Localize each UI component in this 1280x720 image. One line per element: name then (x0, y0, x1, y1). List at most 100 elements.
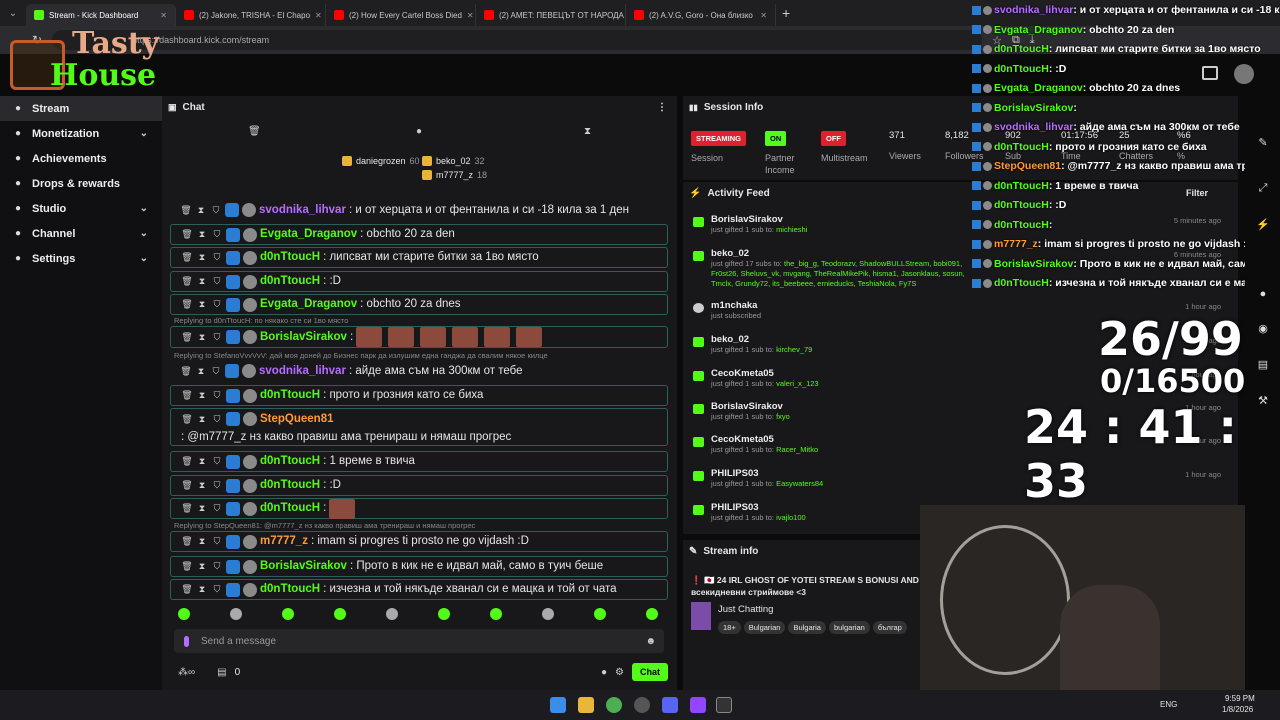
hourglass-icon[interactable]: ⧗ (196, 559, 208, 574)
trash-icon[interactable]: 🗑 (181, 478, 193, 493)
leaderboard-entry[interactable]: daniegrozen 60 (342, 156, 420, 166)
sidebar-item-settings[interactable]: ● Settings ⌄ (0, 246, 162, 271)
sidebar-item-drops-rewards[interactable]: ● Drops & rewards (0, 171, 162, 196)
trash-icon[interactable]: 🗑 (181, 501, 193, 516)
trash-icon[interactable]: 🗑 (181, 227, 193, 242)
shield-icon[interactable]: ⛉ (211, 478, 223, 493)
chat-message[interactable]: 🗑 ⧗ ⛉ svodnika_lihvar: и от херцата и от фе… (170, 200, 668, 220)
emote-icon[interactable] (594, 608, 606, 620)
hourglass-icon[interactable]: ⧗ (196, 478, 208, 493)
broadcast-icon[interactable]: ◉ (1253, 322, 1273, 342)
stream-tag[interactable]: 18+ (718, 621, 741, 634)
layers-icon[interactable]: ▤ (1253, 358, 1273, 378)
sidebar-item-achievements[interactable]: ● Achievements (0, 146, 162, 171)
bubble-icon[interactable]: ● (416, 126, 422, 137)
twitch-icon[interactable] (690, 697, 706, 713)
trash-icon[interactable]: 🗑 (181, 454, 193, 469)
chat-send-button[interactable]: Chat (632, 663, 668, 681)
sidebar-item-stream[interactable]: ● Stream (0, 96, 162, 121)
chat-username[interactable]: Evgata_Draganov (260, 297, 357, 312)
chevron-down-icon[interactable]: ⌄ (140, 128, 148, 139)
tab-close-icon[interactable]: ✕ (467, 11, 474, 20)
chat-message[interactable]: 🗑 ⧗ ⛉ StepQueen81: @m7777_z нз какво правиш… (170, 408, 668, 446)
terminal-icon[interactable] (716, 697, 732, 713)
tab-close-icon[interactable]: ✕ (760, 11, 767, 20)
chat-settings-icon[interactable]: ⚙ (615, 667, 624, 678)
more-icon[interactable]: ⋮ (657, 102, 667, 113)
mic-icon[interactable] (184, 635, 189, 647)
gift-box-icon[interactable]: ▤ (217, 667, 226, 678)
emote-icon[interactable] (542, 608, 554, 620)
chevron-down-icon[interactable]: ⌄ (140, 228, 148, 239)
pencil-icon[interactable]: ✎ (1253, 136, 1273, 156)
chrome-icon[interactable] (606, 697, 622, 713)
chat-username[interactable]: BorislavSirakov (260, 330, 347, 345)
shield-icon[interactable]: ⛉ (211, 227, 223, 242)
stream-tag[interactable]: bulgarian (828, 621, 870, 634)
chat-message[interactable]: 🗑 ⧗ ⛉ BorislavSirakov: Прото в кик не е идв… (170, 556, 668, 577)
leaderboard-entry[interactable]: beko_02 32 (422, 156, 485, 166)
hourglass-icon[interactable]: ⧗ (195, 364, 207, 379)
language-indicator[interactable]: ENG (1160, 700, 1177, 709)
shield-icon[interactable]: ⛉ (211, 274, 223, 289)
sidebar-item-channel[interactable]: ● Channel ⌄ (0, 221, 162, 246)
chat-username[interactable]: StepQueen81 (260, 412, 334, 427)
chat-input[interactable]: Send a message ☻ (174, 629, 664, 653)
chat-message[interactable]: 🗑 ⧗ ⛉ d0nTtoucH: прото и грозния като се би… (170, 385, 668, 406)
trash-icon[interactable]: 🗑 (181, 297, 193, 312)
emoji-icon[interactable]: ☻ (645, 636, 656, 647)
trash-icon[interactable]: 🗑 (181, 274, 193, 289)
trash-icon[interactable]: 🗑 (181, 534, 193, 549)
chat-username[interactable]: d0nTtoucH (260, 582, 320, 597)
browser-tab[interactable]: (2) How Every Cartel Boss Died ✕ (326, 4, 476, 26)
windows-start-icon[interactable] (550, 697, 566, 713)
chat-message[interactable]: 🗑 ⧗ ⛉ d0nTtoucH: (170, 498, 668, 519)
discord-icon[interactable] (662, 697, 678, 713)
shield-icon[interactable]: ⛉ (211, 412, 223, 427)
trash-icon[interactable]: 🗑 (181, 582, 193, 597)
shield-icon[interactable]: ⛉ (211, 388, 223, 403)
emote-icon[interactable] (646, 608, 658, 620)
hourglass-icon[interactable]: ⧗ (196, 297, 208, 312)
chat-username[interactable]: BorislavSirakov (260, 559, 347, 574)
chat-username[interactable]: d0nTtoucH (260, 388, 320, 403)
chat-username[interactable]: svodnika_lihvar (259, 364, 346, 379)
trash-icon[interactable]: 🗑 (181, 330, 193, 345)
trash-icon[interactable]: 🗑 (181, 250, 193, 265)
emote-icon[interactable] (230, 608, 242, 620)
wrench-icon[interactable]: ⚒ (1253, 394, 1273, 414)
chat-username[interactable]: Evgata_Draganov (260, 227, 357, 242)
emote-icon[interactable] (178, 608, 190, 620)
stream-tag[interactable]: българ (872, 621, 907, 634)
chat-username[interactable]: d0nTtoucH (260, 501, 320, 516)
trash-icon[interactable]: 🗑 (180, 203, 192, 218)
trash-icon[interactable]: 🗑 (181, 412, 193, 427)
shield-icon[interactable]: ⛉ (211, 501, 223, 516)
tab-menu-icon[interactable]: ⌄ (0, 8, 26, 19)
chat-message[interactable]: 🗑 ⧗ ⛉ d0nTtoucH: :D (170, 271, 668, 292)
leaderboard-entry[interactable]: m7777_z 18 (422, 170, 487, 180)
hourglass-icon[interactable]: ⧗ (196, 250, 208, 265)
chat-message[interactable]: 🗑 ⧗ ⛉ d0nTtoucH: липсват ми старите битки з… (170, 247, 668, 268)
bolt-icon[interactable]: ⚡ (1253, 218, 1273, 238)
emote-icon[interactable] (490, 608, 502, 620)
expand-icon[interactable]: ⤢ (1253, 182, 1273, 202)
points-icon[interactable]: ⁂∞ (178, 667, 195, 678)
hourglass-icon[interactable]: ⧗ (196, 274, 208, 289)
hourglass-icon[interactable]: ⧗ (196, 388, 208, 403)
chat-username[interactable]: d0nTtoucH (260, 454, 320, 469)
shield-icon[interactable]: ⛉ (211, 534, 223, 549)
shield-icon[interactable]: ⛉ (210, 364, 222, 379)
shield-icon[interactable]: ⛉ (211, 330, 223, 345)
trash-icon[interactable]: 🗑 (181, 388, 193, 403)
tab-close-icon[interactable]: ✕ (315, 11, 322, 20)
chat-message[interactable]: 🗑 ⧗ ⛉ d0nTtoucH: :D (170, 475, 668, 496)
new-tab-button[interactable]: + (782, 5, 790, 21)
chat-bubble-icon[interactable]: ● (601, 667, 607, 678)
shield-icon[interactable]: ⛉ (211, 250, 223, 265)
shield-icon[interactable]: ⛉ (211, 297, 223, 312)
trash-icon[interactable]: 🗑 (248, 126, 261, 137)
browser-tab[interactable]: (2) Jakone, TRISHA - El Chapo ✕ (176, 4, 326, 26)
hourglass-icon[interactable]: ⧗ (196, 582, 208, 597)
hourglass-icon[interactable]: ⧗ (196, 534, 208, 549)
